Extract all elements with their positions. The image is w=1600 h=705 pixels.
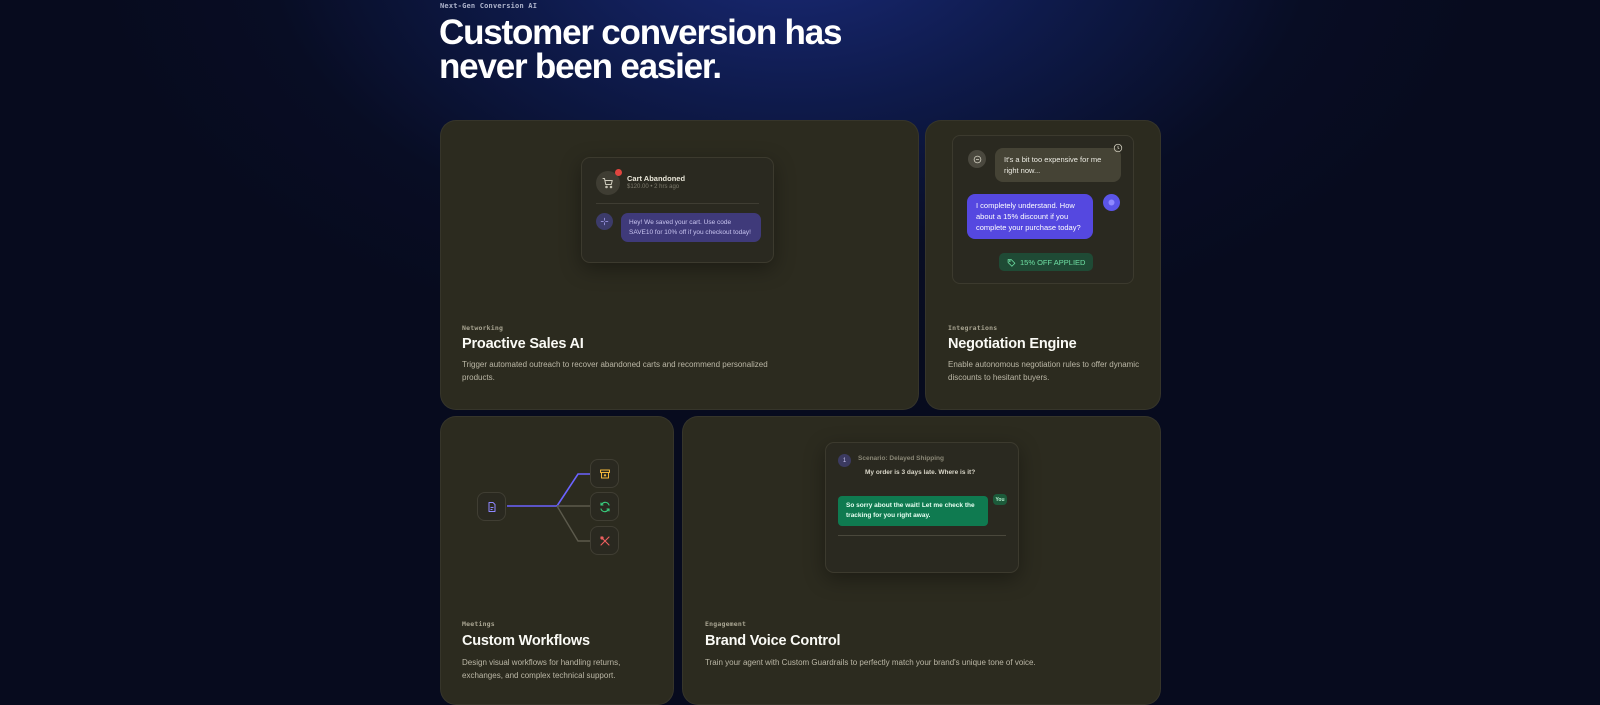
voice-divider [838,535,1006,536]
workflow-node-returns[interactable] [590,459,619,488]
cart-icon [602,178,613,189]
user-message: It's a bit too expensive for me right no… [995,148,1121,182]
card-tag: Engagement [705,620,747,628]
workflow-node-start[interactable] [477,492,506,521]
tools-icon [599,535,610,546]
cart-divider [596,203,759,204]
card-description: Trigger automated outreach to recover ab… [462,360,768,382]
document-icon [488,501,495,512]
card-description: Design visual workflows for handling ret… [462,658,621,680]
hero-title-line-2: never been easier. [439,47,722,86]
agent-avatar [1103,194,1120,211]
card-title: Custom Workflows [462,633,590,649]
agent-message: I completely understand. How about a 15%… [967,194,1093,239]
ai-outreach-message: Hey! We saved your cart. Use code SAVE10… [621,213,761,242]
user-avatar [968,150,986,168]
card-description: Train your agent with Custom Guardrails … [705,658,1036,667]
ai-avatar [596,213,613,230]
card-tag: Integrations [948,324,998,332]
cart-abandoned-panel: Cart Abandoned $120.00 • 2 hrs ago Hey! … [581,157,774,263]
notification-dot [615,169,622,176]
scenario-index-badge: 1 [838,454,851,467]
workflow-connectors [507,473,590,542]
card-title: Brand Voice Control [705,633,841,649]
badge-label: 15% OFF APPLIED [1020,257,1086,267]
negotiation-chat-panel: It's a bit too expensive for me right no… [952,135,1134,284]
bot-icon [1108,199,1115,206]
reply-message: So sorry about the wait! Let me check th… [838,496,988,526]
workflow-node-exchanges[interactable] [590,492,619,521]
cart-event-meta: $120.00 • 2 hrs ago [627,184,680,190]
user-icon [973,155,981,163]
archive-icon [599,469,610,478]
tag-icon [1007,258,1016,267]
refresh-icon [599,501,610,512]
voice-scenario-panel: 1 Scenario: Delayed Shipping My order is… [825,442,1019,573]
you-badge: You [993,494,1007,505]
workflow-node-support[interactable] [590,526,619,555]
hero-title: Customer conversion has never been easie… [439,15,859,86]
card-title: Negotiation Engine [948,336,1077,352]
card-description: Enable autonomous negotiation rules to o… [948,360,1140,382]
hero-eyebrow: Next-Gen Conversion AI [440,2,538,10]
scenario-title: Scenario: Delayed Shipping [858,455,944,462]
card-tag: Meetings [462,620,495,628]
workflow-line-top [556,473,590,507]
card-title: Proactive Sales AI [462,336,584,352]
customer-message: My order is 3 days late. Where is it? [865,469,976,476]
discount-applied-badge: 15% OFF APPLIED [999,253,1094,271]
card-tag: Networking [462,324,504,332]
cart-event-title: Cart Abandoned [627,174,686,183]
clock-icon [1113,143,1123,153]
workflow-line-bottom [556,505,590,542]
sparkle-icon [600,217,609,226]
